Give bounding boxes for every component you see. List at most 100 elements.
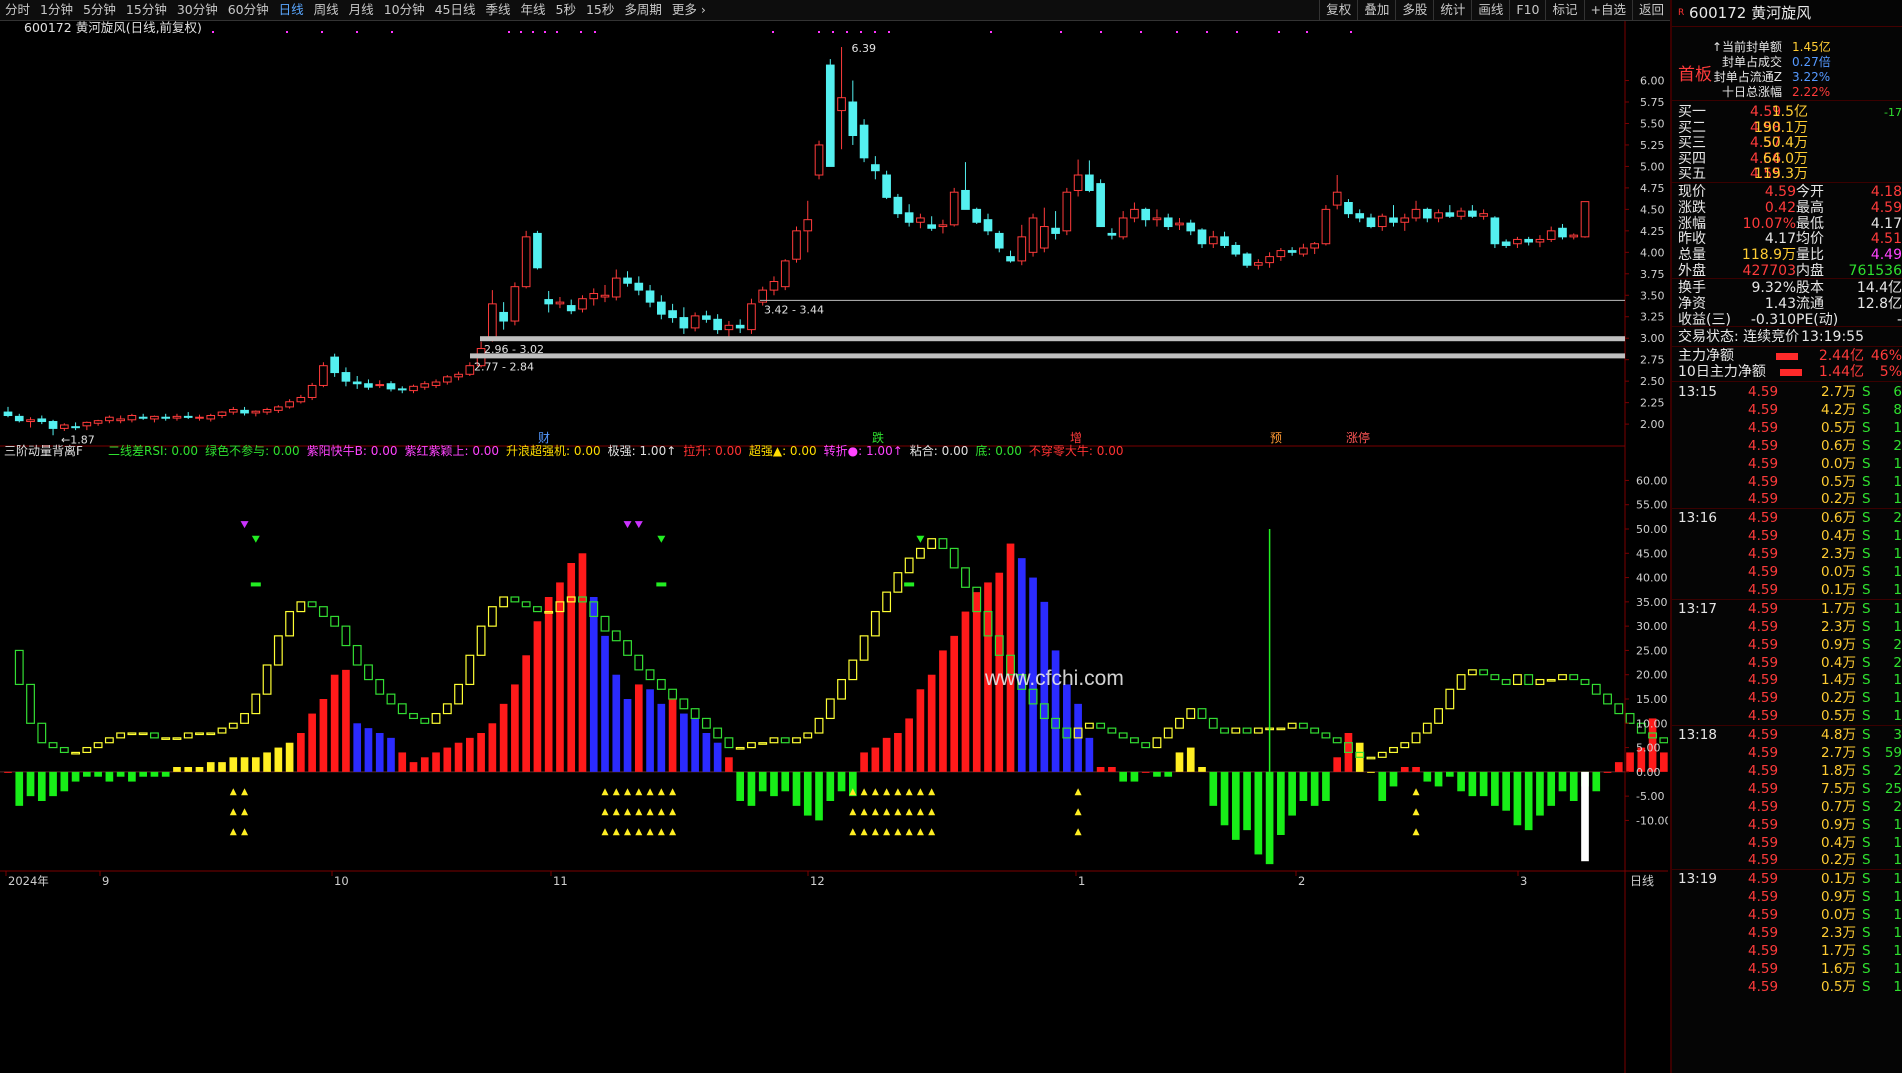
indicator-bar — [736, 771, 745, 801]
period-tab-8[interactable]: 月线 — [344, 0, 379, 20]
kline-chart[interactable]: 6.39←1.87 3.42 - 3.442.96 - 3.022.77 - 2… — [0, 21, 1668, 1073]
indicator-bar — [1119, 771, 1127, 782]
period-tab-6[interactable]: 日线 — [274, 0, 309, 20]
candle-body — [1490, 217, 1500, 245]
period-tab-13[interactable]: 5秒 — [551, 0, 581, 20]
candle-body — [150, 415, 159, 420]
candle-body — [1163, 217, 1173, 228]
candle-body — [589, 293, 599, 300]
candle-body — [623, 277, 632, 284]
candle-body — [37, 418, 47, 423]
candle-body — [702, 315, 711, 320]
tool-button-3[interactable]: 统计 — [1433, 0, 1471, 20]
stock-name: 黄河旋风 — [1751, 4, 1812, 22]
indicator-tick-label: 15.00 — [1636, 693, 1668, 706]
signal-dot — [1350, 31, 1352, 33]
indicator-bar — [195, 767, 204, 772]
candle-body — [792, 230, 801, 260]
indicator-bar — [1153, 771, 1161, 777]
candle-body — [1039, 226, 1049, 249]
tick-row-4: 4.59 0.0万 S 1 — [1748, 455, 1902, 472]
indicator-bar — [601, 635, 609, 772]
period-tab-7[interactable]: 周线 — [309, 0, 344, 20]
period-tab-16[interactable]: 更多 › — [667, 0, 711, 20]
period-tab-12[interactable]: 年线 — [516, 0, 551, 20]
candle-body — [555, 301, 565, 305]
period-label: 日线 — [1630, 874, 1654, 888]
price-tick-label: 3.50 — [1640, 289, 1665, 302]
period-tab-2[interactable]: 5分钟 — [78, 0, 121, 20]
candle-body — [397, 388, 407, 391]
indicator-tick-label: 45.00 — [1636, 547, 1668, 560]
candle-body — [837, 97, 846, 112]
tick-row-5: 4.59 0.5万 S 1 — [1748, 473, 1902, 490]
candle-body — [386, 383, 396, 390]
candle-body — [533, 232, 542, 269]
period-tab-10[interactable]: 45日线 — [430, 0, 481, 20]
candle-body — [82, 421, 92, 427]
tick-row-19: 13:18 4.59 4.8万 S 3 — [1678, 727, 1902, 744]
indicator-bar — [26, 771, 35, 797]
tool-button-8[interactable]: 返回 — [1631, 0, 1670, 20]
period-tab-0[interactable]: 分时 — [0, 0, 35, 20]
candle-body — [713, 318, 722, 331]
legend-item-2: 紫阳快牛B: 0.00 — [307, 443, 398, 458]
tool-button-0[interactable]: 复权 — [1319, 0, 1357, 20]
indicator-bar — [1198, 767, 1206, 772]
x-tick-label: 12 — [810, 874, 825, 888]
tool-button-6[interactable]: 标记 — [1545, 0, 1583, 20]
candle-body — [1107, 232, 1117, 236]
indicator-bar — [1367, 771, 1375, 773]
candle-body — [938, 224, 948, 228]
indicator-bar — [342, 669, 350, 772]
indicator-bar — [668, 699, 677, 772]
tick-row-30: 4.59 2.3万 S 1 — [1748, 925, 1902, 941]
tool-button-2[interactable]: 多股 — [1395, 0, 1433, 20]
period-tab-5[interactable]: 60分钟 — [223, 0, 274, 20]
candle-body — [116, 418, 125, 422]
indicator-bar — [1569, 771, 1578, 801]
indicator-bar — [206, 762, 215, 772]
period-tab-4[interactable]: 30分钟 — [172, 0, 223, 20]
candle-body — [510, 286, 520, 322]
price-tick-label: 2.75 — [1640, 354, 1665, 367]
candle-body — [1231, 244, 1241, 255]
indicator-bar — [860, 752, 868, 772]
candle-body — [972, 208, 982, 223]
tick-row-31: 4.59 1.7万 S 1 — [1748, 942, 1902, 959]
period-tab-3[interactable]: 15分钟 — [121, 0, 172, 20]
indicator-bar — [646, 689, 654, 772]
legend-item-3: 紫红紫颖上: 0.00 — [404, 443, 499, 458]
period-tab-1[interactable]: 1分钟 — [35, 0, 78, 20]
indicator-bar — [297, 733, 305, 772]
tool-button-1[interactable]: 叠加 — [1357, 0, 1395, 20]
signal-dot — [1306, 31, 1308, 33]
indicator-bar — [274, 747, 283, 772]
indicator-bar — [1254, 771, 1263, 855]
candle-body — [1085, 174, 1094, 191]
price-tick-label: 5.25 — [1640, 139, 1665, 152]
period-tab-9[interactable]: 10分钟 — [379, 0, 430, 20]
indicator-bar — [556, 582, 564, 772]
candle-body — [859, 124, 869, 159]
candle-body — [1558, 227, 1567, 238]
candle-body — [1456, 210, 1466, 217]
tool-button-7[interactable]: +自选 — [1583, 0, 1632, 20]
separator — [1672, 326, 1902, 327]
indicator-bar — [1547, 771, 1556, 806]
indicator-bar — [578, 553, 587, 772]
indicator-bar — [1322, 771, 1330, 801]
period-tab-15[interactable]: 多周期 — [619, 0, 667, 20]
period-tab-11[interactable]: 季线 — [481, 0, 516, 20]
signal-dot — [321, 31, 323, 33]
period-tab-14[interactable]: 15秒 — [581, 0, 619, 20]
candle-body — [26, 419, 35, 423]
tool-button-5[interactable]: F10 — [1509, 0, 1545, 20]
indicator-tick-label: 25.00 — [1636, 644, 1668, 657]
event-mark-1: 跌 — [872, 430, 884, 445]
candle-body — [600, 294, 610, 298]
x-tick-label: 10 — [334, 874, 349, 888]
tool-button-4[interactable]: 画线 — [1471, 0, 1509, 20]
candle-body — [14, 415, 24, 422]
indicator-tick-label: -5.00 — [1636, 790, 1664, 803]
